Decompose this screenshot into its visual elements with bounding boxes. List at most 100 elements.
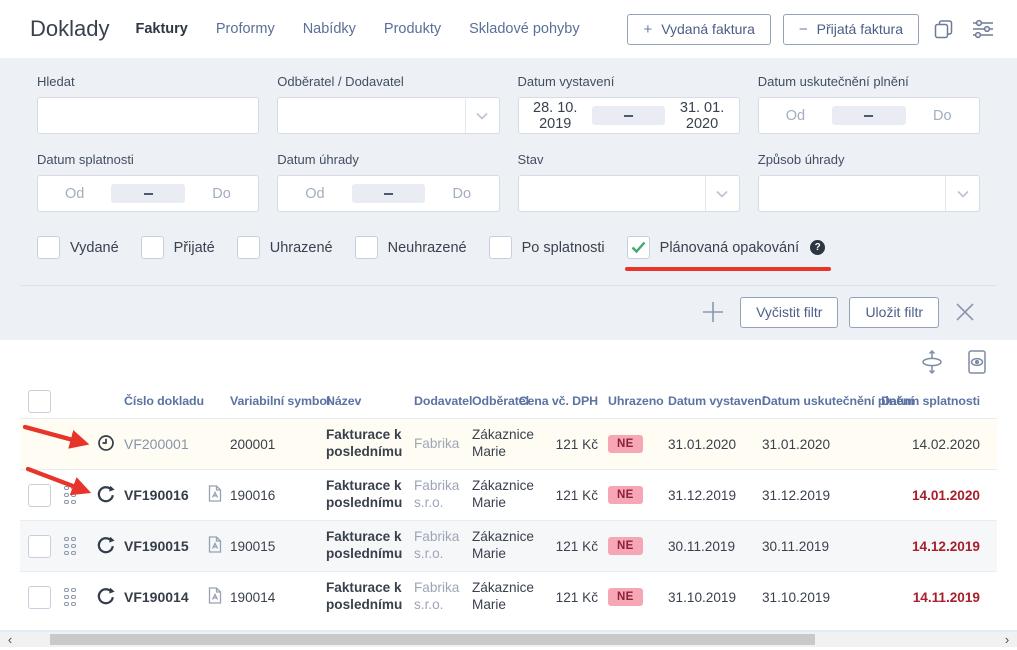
column-header-variable-symbol[interactable]: Variabilní symbol <box>230 394 326 408</box>
pdf-icon[interactable] <box>208 485 222 502</box>
new-issued-invoice-button[interactable]: + Vydaná faktura <box>627 14 770 45</box>
invoice-number[interactable]: VF190014 <box>124 589 208 605</box>
select-all-checkbox[interactable] <box>28 390 51 413</box>
checkbox-vydane[interactable]: Vydané <box>37 236 119 259</box>
tab-skladove-pohyby[interactable]: Skladové pohyby <box>469 21 579 37</box>
table-header-row: Číslo dokladu Variabilní symbol Název Do… <box>20 384 997 418</box>
payment-date-range[interactable]: Od Do <box>277 175 499 212</box>
column-header-supplier[interactable]: Dodavatel <box>414 394 472 408</box>
recurring-icon <box>97 485 115 503</box>
checkbox-box[interactable] <box>355 236 378 259</box>
scroll-left-icon[interactable]: ‹ <box>2 632 18 647</box>
checkbox-box[interactable] <box>237 236 260 259</box>
contact-select[interactable] <box>277 97 499 134</box>
row-checkbox[interactable] <box>28 484 51 507</box>
scrollbar-thumb[interactable] <box>50 634 815 645</box>
row-checkbox[interactable] <box>28 586 51 609</box>
issue-date: 31.12.2019 <box>668 488 762 503</box>
table-row[interactable]: VF200001 200001 Fakturace k poslednímu F… <box>20 418 997 469</box>
due-date: 14.01.2020 <box>912 488 988 503</box>
invoice-number[interactable]: VF190016 <box>124 487 208 503</box>
payment-date-to[interactable]: Do <box>425 186 498 202</box>
due-date-range[interactable]: Od Do <box>37 175 259 212</box>
view-settings-button[interactable] <box>969 16 997 42</box>
table-row[interactable]: VF190014 190014 Fakturace k poslednímu F… <box>20 571 997 622</box>
issue-date-from[interactable]: 28. 10. 2019 <box>519 100 592 132</box>
column-header-number[interactable]: Číslo dokladu <box>124 394 208 408</box>
variable-symbol: 190015 <box>230 539 326 554</box>
tab-produkty[interactable]: Produkty <box>384 21 441 37</box>
price: 121 Kč <box>556 590 608 605</box>
variable-symbol: 190014 <box>230 590 326 605</box>
column-header-fulfilment-date[interactable]: Datum uskutečnění plnění <box>762 394 892 408</box>
paid-status-badge: NE <box>608 588 643 606</box>
sliders-icon <box>971 18 995 40</box>
horizontal-scrollbar[interactable]: ‹ › <box>0 630 1017 647</box>
tab-faktury[interactable]: Faktury <box>135 21 187 37</box>
column-header-paid[interactable]: Uhrazeno <box>608 394 668 408</box>
checkbox-box[interactable] <box>141 236 164 259</box>
clear-filter-button[interactable]: Vyčistit filtr <box>740 297 838 328</box>
issue-date-range[interactable]: 28. 10. 2019 31. 01. 2020 <box>518 97 740 134</box>
checkbox-prijate[interactable]: Přijaté <box>141 236 215 259</box>
recurring-icon <box>97 536 115 554</box>
invoice-number[interactable]: VF200001 <box>124 436 208 452</box>
table-row[interactable]: VF190016 190016 Fakturace k poslednímu F… <box>20 469 997 520</box>
issue-date: 30.11.2019 <box>668 539 762 554</box>
column-header-issue-date[interactable]: Datum vystavení <box>668 394 762 408</box>
fulfilment-date-range[interactable]: Od Do <box>758 97 980 134</box>
column-visibility-button[interactable] <box>963 346 991 378</box>
tab-proformy[interactable]: Proformy <box>216 21 275 37</box>
add-filter-condition-button[interactable] <box>697 296 729 328</box>
checkbox-box[interactable] <box>489 236 512 259</box>
checkbox-box-checked[interactable] <box>627 236 650 259</box>
row-menu-icon[interactable] <box>64 486 76 505</box>
customer: Zákaznice Marie <box>472 529 540 563</box>
column-header-due-date[interactable]: Datum splatnosti <box>881 394 988 408</box>
column-header-price[interactable]: Cena vč. DPH <box>519 394 608 408</box>
invoice-name: Fakturace k poslednímu <box>326 529 414 563</box>
row-checkbox[interactable] <box>28 535 51 558</box>
fulfilment-date: 31.12.2019 <box>762 488 892 503</box>
row-menu-icon[interactable] <box>64 588 76 607</box>
column-header-name[interactable]: Název <box>326 394 414 408</box>
checkbox-neuhrazene[interactable]: Neuhrazené <box>355 236 467 259</box>
checkbox-po-splatnosti[interactable]: Po splatnosti <box>489 236 605 259</box>
tab-nabidky[interactable]: Nabídky <box>303 21 356 37</box>
payment-date-from[interactable]: Od <box>278 186 351 202</box>
help-icon[interactable]: ? <box>810 240 825 255</box>
supplier: Fabrika <box>414 436 472 453</box>
fulfilment-date: 30.11.2019 <box>762 539 892 554</box>
fulfilment-date-to[interactable]: Do <box>906 108 979 124</box>
save-filter-button[interactable]: Uložit filtr <box>849 297 939 328</box>
pdf-icon[interactable] <box>208 587 222 604</box>
supplier: Fabrika s.r.o. <box>414 529 472 563</box>
copy-documents-button[interactable] <box>931 16 957 42</box>
issue-date-to[interactable]: 31. 01. 2020 <box>665 100 738 132</box>
table-row[interactable]: VF190015 190015 Fakturace k poslednímu F… <box>20 520 997 571</box>
status-select[interactable] <box>518 175 740 212</box>
fulfilment-date: 31.01.2020 <box>762 437 892 452</box>
recurring-icon <box>97 587 115 605</box>
issue-date-label: Datum vystavení <box>518 74 740 90</box>
checkbox-box[interactable] <box>37 236 60 259</box>
due-date-to[interactable]: Do <box>185 186 258 202</box>
checkbox-planovana-opakovani[interactable]: Plánovaná opakování ? <box>627 236 825 259</box>
fulfilment-date-from[interactable]: Od <box>759 108 832 124</box>
chevron-down-icon <box>705 176 739 211</box>
payment-method-select[interactable] <box>758 175 980 212</box>
contact-label: Odběratel / Dodavatel <box>277 74 499 90</box>
due-date-from[interactable]: Od <box>38 186 111 202</box>
new-received-invoice-button[interactable]: − Přijatá faktura <box>783 14 919 45</box>
search-input[interactable] <box>37 97 259 134</box>
row-menu-icon[interactable] <box>64 537 76 556</box>
invoice-number[interactable]: VF190015 <box>124 538 208 554</box>
checkbox-uhrazene[interactable]: Uhrazené <box>237 236 333 259</box>
range-dash-icon <box>111 184 184 203</box>
row-height-button[interactable] <box>917 346 947 378</box>
price: 121 Kč <box>556 539 608 554</box>
scroll-right-icon[interactable]: › <box>999 632 1015 647</box>
close-filter-button[interactable] <box>950 297 980 327</box>
pdf-icon[interactable] <box>208 536 222 553</box>
issue-date: 31.10.2019 <box>668 590 762 605</box>
